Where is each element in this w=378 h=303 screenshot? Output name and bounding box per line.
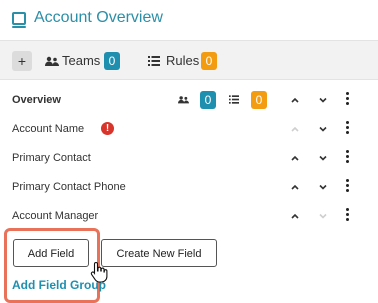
field-label-account-name: Account Name xyxy=(12,123,85,135)
more-options-icon[interactable] xyxy=(346,150,350,165)
rules-count-badge: 0 xyxy=(201,52,217,70)
rules-icon xyxy=(148,56,160,66)
chevron-down-icon xyxy=(319,213,327,219)
field-label-primary-contact-phone: Primary Contact Phone xyxy=(12,181,126,193)
field-label-primary-contact: Primary Contact xyxy=(12,152,91,164)
rules-label[interactable]: Rules xyxy=(166,53,199,68)
group-teams-badge: 0 xyxy=(200,91,216,109)
more-options-icon[interactable] xyxy=(346,208,350,223)
chevron-up-icon[interactable] xyxy=(289,210,301,222)
group-label: Overview xyxy=(12,94,61,106)
more-options-icon[interactable] xyxy=(346,121,350,136)
hand-cursor-icon xyxy=(90,261,108,283)
chevron-down-icon[interactable] xyxy=(317,181,329,193)
teams-icon xyxy=(45,56,59,66)
form-icon xyxy=(12,12,26,28)
toolbar-divider xyxy=(0,79,378,80)
group-teams-icon xyxy=(178,96,189,104)
field-label-account-manager: Account Manager xyxy=(12,210,99,222)
teams-count-badge: 0 xyxy=(104,52,120,70)
chevron-up-icon[interactable] xyxy=(289,94,301,106)
chevron-up-icon[interactable] xyxy=(289,152,301,164)
chevron-up-icon xyxy=(291,126,299,132)
chevron-down-icon[interactable] xyxy=(317,94,329,106)
create-new-field-button[interactable]: Create New Field xyxy=(101,239,217,267)
error-icon: ! xyxy=(101,122,114,135)
group-rules-badge: 0 xyxy=(251,91,267,109)
teams-label[interactable]: Teams xyxy=(62,53,100,68)
more-options-icon[interactable] xyxy=(346,179,350,194)
more-options-icon[interactable] xyxy=(346,92,350,107)
add-button[interactable]: + xyxy=(12,51,32,71)
chevron-up-icon[interactable] xyxy=(289,181,301,193)
panel-header: Account Overview xyxy=(0,0,378,40)
add-field-button[interactable]: Add Field xyxy=(13,239,89,267)
page-title: Account Overview xyxy=(34,9,163,26)
chevron-down-icon[interactable] xyxy=(317,152,329,164)
group-rules-icon xyxy=(229,95,239,104)
chevron-down-icon[interactable] xyxy=(317,123,329,135)
